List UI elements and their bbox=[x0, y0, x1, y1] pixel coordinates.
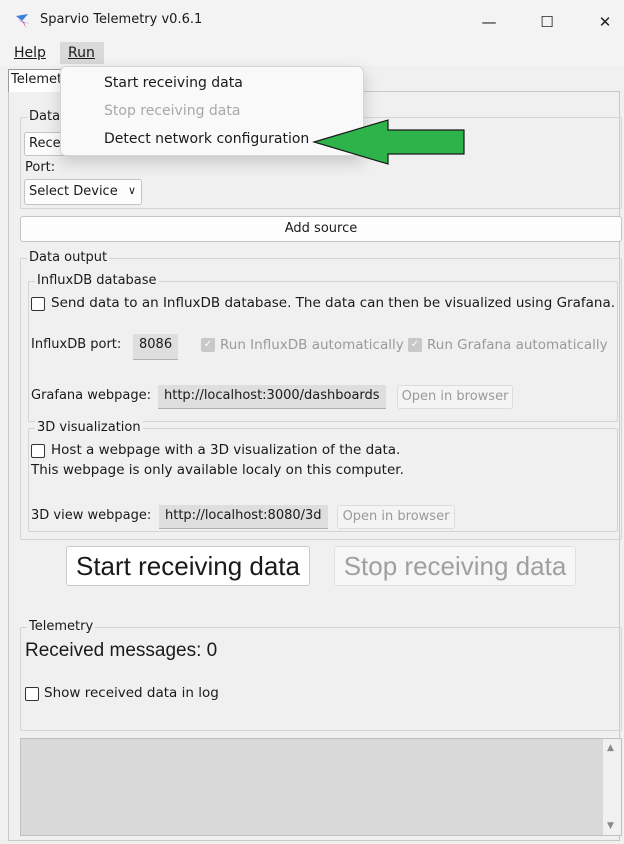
menu-item-start-receiving[interactable]: Start receiving data bbox=[104, 75, 243, 91]
scroll-down-icon[interactable]: ▼ bbox=[607, 821, 614, 831]
scroll-up-icon[interactable]: ▲ bbox=[607, 743, 614, 753]
run-grafana-checkbox[interactable]: ✓ bbox=[408, 338, 422, 352]
telemetry-group-label: Telemetry bbox=[27, 619, 96, 634]
menu-help-label: Help bbox=[14, 45, 46, 61]
log-textarea[interactable]: ▲ ▼ bbox=[20, 738, 622, 836]
add-source-button[interactable]: Add source bbox=[20, 216, 622, 242]
show-log-checkbox[interactable] bbox=[25, 687, 39, 701]
influxdb-port-label: InfluxDB port: bbox=[31, 337, 122, 352]
send-influx-label: Send data to an InfluxDB database. The d… bbox=[51, 295, 616, 311]
host-3d-label: Host a webpage with a 3D visualization o… bbox=[51, 442, 401, 458]
send-influx-checkbox[interactable] bbox=[31, 297, 45, 311]
chevron-down-icon: ∨ bbox=[127, 184, 136, 197]
host-3d-note: This webpage is only available localy on… bbox=[31, 462, 404, 478]
port-label: Port: bbox=[25, 160, 56, 175]
influxdb-port-field[interactable]: 8086 bbox=[133, 334, 179, 360]
view-3d-open-browser-button[interactable]: Open in browser bbox=[337, 505, 455, 529]
receiver-select-value: Rece bbox=[29, 136, 61, 151]
menu-help[interactable]: Help bbox=[14, 45, 46, 61]
app-window: Sparvio Telemetry v0.6.1 — ☐ ✕ Help Run … bbox=[0, 0, 624, 844]
grafana-url-field[interactable]: http://localhost:3000/dashboards bbox=[158, 385, 386, 409]
run-influx-label: Run InfluxDB automatically bbox=[220, 337, 404, 353]
data-source-group-label: Data bbox=[27, 109, 63, 124]
view-3d-url-field[interactable]: http://localhost:8080/3d bbox=[159, 505, 328, 529]
annotation-arrow-icon bbox=[312, 119, 465, 165]
title-bar: Sparvio Telemetry v0.6.1 — ☐ ✕ bbox=[0, 0, 624, 40]
host-3d-checkbox[interactable] bbox=[31, 444, 45, 458]
close-button[interactable]: ✕ bbox=[582, 8, 624, 36]
menu-run[interactable]: Run bbox=[68, 45, 95, 61]
app-logo-icon bbox=[16, 14, 30, 28]
run-influx-checkbox[interactable]: ✓ bbox=[201, 338, 215, 352]
minimize-button[interactable]: — bbox=[466, 8, 512, 36]
start-receiving-button[interactable]: Start receiving data bbox=[66, 546, 310, 586]
visualization-3d-group-label: 3D visualization bbox=[35, 420, 143, 435]
tab-telemetry[interactable]: Telemetry bbox=[8, 69, 68, 92]
influxdb-group-label: InfluxDB database bbox=[35, 273, 159, 288]
maximize-button[interactable]: ☐ bbox=[524, 8, 570, 36]
show-log-label: Show received data in log bbox=[44, 685, 219, 701]
menu-run-label: Run bbox=[68, 45, 95, 61]
window-title: Sparvio Telemetry v0.6.1 bbox=[40, 12, 203, 27]
run-grafana-label: Run Grafana automatically bbox=[427, 337, 608, 353]
stop-receiving-button[interactable]: Stop receiving data bbox=[334, 546, 576, 586]
menu-item-stop-receiving[interactable]: Stop receiving data bbox=[104, 103, 240, 119]
grafana-open-browser-button[interactable]: Open in browser bbox=[397, 385, 513, 409]
data-output-group-label: Data output bbox=[27, 250, 110, 265]
log-scrollbar[interactable]: ▲ ▼ bbox=[603, 739, 621, 835]
port-select-value: Select Device bbox=[29, 184, 118, 199]
menu-item-detect-network[interactable]: Detect network configuration bbox=[104, 131, 309, 147]
received-messages-count: Received messages: 0 bbox=[25, 640, 218, 661]
view-3d-label: 3D view webpage: bbox=[31, 508, 152, 523]
port-select[interactable]: Select Device ∨ bbox=[24, 179, 142, 205]
grafana-webpage-label: Grafana webpage: bbox=[31, 388, 151, 403]
